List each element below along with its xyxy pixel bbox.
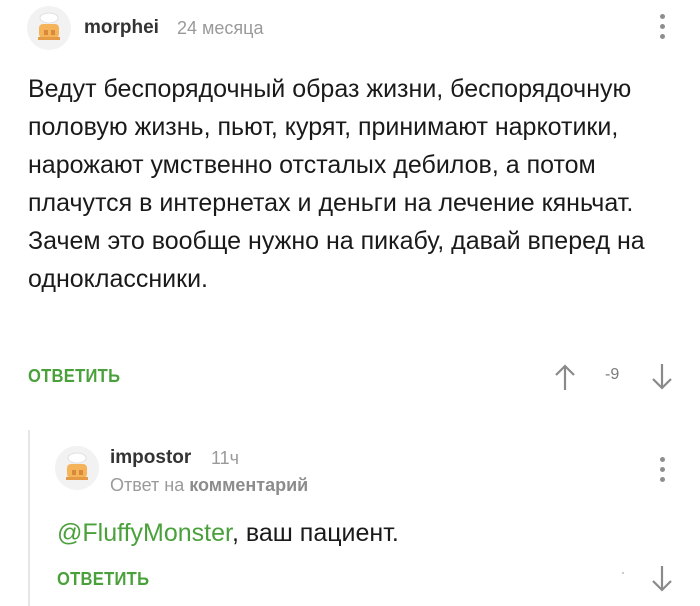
reply-to-link[interactable]: комментарий xyxy=(189,475,308,495)
kebab-menu-icon[interactable] xyxy=(660,457,666,482)
comment-text: Ведут беспорядочный образ жизни, беспоря… xyxy=(28,75,645,293)
arrow-down-icon[interactable] xyxy=(650,564,674,594)
comment-time: 24 месяца xyxy=(177,18,264,38)
avatar[interactable] xyxy=(27,6,71,50)
reply-to-prefix: Ответ на xyxy=(110,475,185,495)
separator-dot xyxy=(622,572,624,574)
comment-time: 11ч xyxy=(211,448,240,468)
username[interactable]: morphei xyxy=(84,17,159,39)
avatar[interactable] xyxy=(55,446,99,490)
comment-impostor: impostor 11ч Ответ на комментарий @Fluff… xyxy=(0,420,700,606)
comment-text: @FluffyMonster, ваш пациент. xyxy=(57,514,657,552)
reply-button[interactable]: ОТВЕТИТЬ xyxy=(28,366,120,387)
thread-line xyxy=(28,430,30,606)
rating: -9 xyxy=(605,366,620,383)
arrow-up-icon[interactable] xyxy=(553,362,577,392)
username[interactable]: impostor xyxy=(110,447,191,469)
reply-to-line: Ответ на комментарий xyxy=(110,475,308,496)
reply-button[interactable]: ОТВЕТИТЬ xyxy=(57,569,149,590)
arrow-down-icon[interactable] xyxy=(650,362,674,392)
mention-link[interactable]: @FluffyMonster xyxy=(57,519,232,547)
kebab-menu-icon[interactable] xyxy=(660,14,666,39)
comment-text-rest: , ваш пациент. xyxy=(231,519,399,547)
comment-morphei: morphei 24 месяца Ведут беспорядочный об… xyxy=(0,0,700,420)
